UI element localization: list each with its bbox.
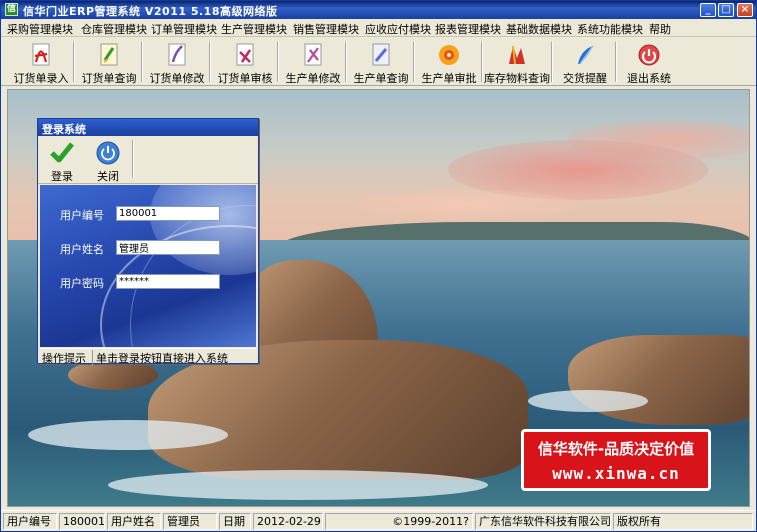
password-label: 用户密码 <box>60 277 104 290</box>
toolbar-separator <box>141 42 143 82</box>
user-id-field[interactable] <box>116 206 220 221</box>
toolbar-separator <box>615 42 617 82</box>
document-approve-icon <box>236 43 254 66</box>
inventory-query-button[interactable]: 库存物料查询 <box>483 40 551 85</box>
order-edit-label: 订货单修改 <box>149 72 205 85</box>
inventory-query-label: 库存物料查询 <box>484 72 550 85</box>
status-text: 单击登录按钮直接进入系统 <box>92 350 228 366</box>
production-approve-icon <box>439 45 459 65</box>
order-entry-label: 订货单录入 <box>13 72 69 85</box>
production-edit-icon <box>304 43 322 66</box>
delivery-reminder-label: 交货提醒 <box>563 72 607 85</box>
order-query-button[interactable]: 订货单查询 <box>77 40 141 85</box>
menu-reports[interactable]: 报表管理模块 <box>435 21 501 37</box>
window-title: 信华门业ERP管理系统 V2011 5.18高级网络版 <box>23 5 278 18</box>
toolbar-separator <box>132 140 134 178</box>
production-approve-button[interactable]: 生产单审批 <box>417 40 481 85</box>
app-logo-icon: 信 <box>5 3 18 16</box>
toolbar-separator <box>413 42 415 82</box>
login-button-label: 登录 <box>51 170 73 183</box>
login-toolbar: 登录 关闭 <box>38 136 258 184</box>
minimize-button[interactable]: _ <box>700 3 716 17</box>
toolbar-separator <box>345 42 347 82</box>
statusbar-user-id: 180001 <box>59 513 105 530</box>
login-dialog-title[interactable]: 登录系统 <box>38 119 258 136</box>
order-approve-label: 订货单审核 <box>217 72 273 85</box>
document-search-icon <box>100 43 118 66</box>
promo-banner: 信华软件-品质决定价值 www.xinwa.cn <box>521 429 711 491</box>
exit-system-button[interactable]: 退出系统 <box>619 40 679 85</box>
inventory-icon <box>509 45 525 65</box>
login-close-button[interactable]: 关闭 <box>90 140 126 183</box>
menu-orders[interactable]: 订单管理模块 <box>151 21 217 37</box>
menu-purchase[interactable]: 采购管理模块 <box>7 21 73 37</box>
user-name-field[interactable] <box>116 240 220 255</box>
order-query-label: 订货单查询 <box>81 72 137 85</box>
menu-help[interactable]: 帮助 <box>649 21 671 37</box>
menu-basic-data[interactable]: 基础数据模块 <box>506 21 572 37</box>
status-bar: 用户编号 180001 用户姓名 管理员 日期 2012-02-29 ©1999… <box>1 510 756 531</box>
production-query-button[interactable]: 生产单查询 <box>349 40 413 85</box>
production-edit-label: 生产单修改 <box>285 72 341 85</box>
user-name-label: 用户姓名 <box>60 243 104 256</box>
login-status-bar: 操作提示 单击登录按钮直接进入系统 <box>40 348 256 366</box>
password-field[interactable] <box>116 274 220 289</box>
statusbar-user-name-label: 用户姓名 <box>107 513 161 530</box>
status-label: 操作提示 <box>42 352 86 365</box>
delivery-reminder-button[interactable]: 交货提醒 <box>555 40 615 85</box>
foam-image <box>108 470 488 500</box>
production-approve-label: 生产单审批 <box>421 72 477 85</box>
order-edit-button[interactable]: 订货单修改 <box>145 40 209 85</box>
menu-sales[interactable]: 销售管理模块 <box>293 21 359 37</box>
menu-system[interactable]: 系统功能模块 <box>577 21 643 37</box>
menu-warehouse[interactable]: 仓库管理模块 <box>81 21 147 37</box>
login-close-label: 关闭 <box>97 170 119 183</box>
cloud-image <box>358 190 578 220</box>
statusbar-date-label: 日期 <box>219 513 251 530</box>
delivery-reminder-icon <box>578 45 594 65</box>
statusbar-copyright: ©1999-2011? <box>325 513 473 530</box>
toolbar-separator <box>73 42 75 82</box>
power-icon <box>96 141 120 165</box>
order-entry-button[interactable]: 订货单录入 <box>9 40 73 85</box>
login-button[interactable]: 登录 <box>44 140 80 183</box>
toolbar-separator <box>277 42 279 82</box>
statusbar-company: 广东信华软件科技有限公司 <box>475 513 611 530</box>
check-icon <box>50 142 74 163</box>
toolbar-separator <box>209 42 211 82</box>
order-approve-button[interactable]: 订货单审核 <box>213 40 277 85</box>
app-window: 信 信华门业ERP管理系统 V2011 5.18高级网络版 _ □ × 采购管理… <box>0 0 757 532</box>
title-bar[interactable]: 信 信华门业ERP管理系统 V2011 5.18高级网络版 _ □ × <box>1 1 756 19</box>
main-toolbar: 订货单录入 订货单查询 订货单修改 订货单审核 生产单修改 生产单查询 生产单审… <box>1 38 756 86</box>
menu-bar: 采购管理模块 仓库管理模块 订单管理模块 生产管理模块 销售管理模块 应收应付模… <box>1 19 756 37</box>
close-button[interactable]: × <box>737 3 753 17</box>
statusbar-rights: 版权所有 <box>613 513 753 530</box>
promo-slogan: 信华软件-品质决定价值 <box>537 440 695 458</box>
promo-url: www.xinwa.cn <box>552 464 680 483</box>
statusbar-user-id-label: 用户编号 <box>3 513 57 530</box>
exit-system-label: 退出系统 <box>627 72 671 85</box>
production-query-label: 生产单查询 <box>353 72 409 85</box>
login-panel: 用户编号 用户姓名 用户密码 <box>40 185 256 347</box>
statusbar-user-name: 管理员 <box>163 513 217 530</box>
maximize-button[interactable]: □ <box>718 3 734 17</box>
exit-icon <box>638 44 660 66</box>
foam-image <box>528 390 648 412</box>
toolbar-separator <box>551 42 553 82</box>
menu-receivables[interactable]: 应收应付模块 <box>365 21 431 37</box>
foam-image <box>28 420 228 450</box>
statusbar-date: 2012-02-29 <box>253 513 323 530</box>
production-search-icon <box>372 43 390 66</box>
login-dialog: 登录系统 登录 关闭 用户编号 180001 用户姓名 管理员 用户密码 ***… <box>37 118 259 366</box>
pdf-document-icon <box>32 43 50 66</box>
menu-production[interactable]: 生产管理模块 <box>221 21 287 37</box>
production-edit-button[interactable]: 生产单修改 <box>281 40 345 85</box>
user-id-label: 用户编号 <box>60 209 104 222</box>
document-edit-icon <box>168 43 186 66</box>
